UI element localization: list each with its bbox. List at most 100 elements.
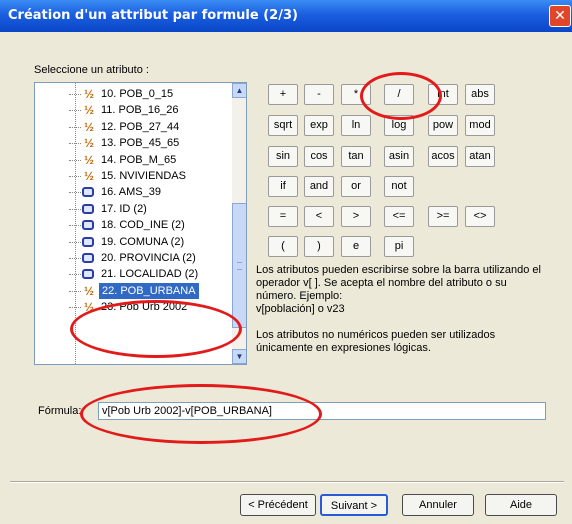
list-item[interactable]: 23. Pob Urb 2002 [35,299,233,315]
list-item[interactable]: 16. AMS_39 [35,184,233,200]
list-item[interactable]: 18. COD_INE (2) [35,217,233,233]
list-item-label: 10. POB_0_15 [101,88,174,100]
operator-button[interactable]: exp [304,115,334,136]
operator-button[interactable]: >= [428,206,458,227]
operator-button[interactable]: ( [268,236,298,257]
help-button[interactable]: Aide [485,494,557,516]
numeric-attribute-icon [82,87,96,101]
list-item-label: 18. COD_INE (2) [101,219,185,232]
operator-button[interactable]: + [268,84,298,105]
numeric-attribute-icon [82,284,96,298]
operator-button[interactable]: log [384,115,414,136]
list-scrollbar[interactable]: ▲ ▼ [232,83,246,364]
help-line: únicamente en expresiones lógicas. [256,342,431,354]
list-item[interactable]: 21. LOCALIDAD (2) [35,266,233,282]
list-item-label: 20. PROVINCIA (2) [101,252,196,264]
operator-button[interactable]: sin [268,146,298,167]
scroll-down-button[interactable]: ▼ [232,349,246,364]
operator-button[interactable]: sqrt [268,115,298,136]
help-text: Los atributos pueden escribirse sobre la… [256,264,556,368]
list-item-label: 14. POB_M_65 [101,153,177,166]
operator-button[interactable]: int [428,84,458,105]
operator-button[interactable]: <> [465,206,495,227]
operator-button[interactable]: < [304,206,334,227]
text-attribute-icon [82,203,94,214]
scroll-thumb[interactable] [232,203,246,328]
list-item[interactable]: 12. POB_27_44 [35,119,233,135]
operator-button[interactable]: or [341,176,371,197]
list-item-label: 13. POB_45_65 [101,137,180,150]
previous-button[interactable]: < Précédent [240,494,316,516]
tree-branch [69,192,81,194]
operator-button[interactable]: / [384,84,414,105]
list-item-label: 12. POB_27_44 [101,120,180,133]
list-item-label: 23. Pob Urb 2002 [101,301,188,314]
tree-branch [69,143,81,145]
numeric-attribute-icon [82,169,96,183]
operator-button[interactable]: if [268,176,298,197]
help-line: número. Ejemplo: [256,290,343,302]
next-button[interactable]: Suivant > [320,494,388,516]
help-line: operador v[ ]. Se acepta el nombre del a… [256,277,507,289]
numeric-attribute-icon [82,103,96,117]
tree-branch [69,307,81,309]
tree-branch [69,126,81,128]
list-item[interactable]: 17. ID (2) [35,201,233,217]
text-attribute-icon [82,253,94,263]
close-button[interactable]: ✕ [549,5,571,27]
operator-button[interactable]: and [304,176,334,197]
formula-label: Fórmula: [38,405,82,417]
tree-branch [69,208,81,210]
operator-button[interactable]: e [341,236,371,257]
list-item[interactable]: 13. POB_45_65 [35,135,233,151]
scroll-up-button[interactable]: ▲ [232,83,246,98]
operator-button[interactable]: - [304,84,334,105]
operator-button[interactable]: = [268,206,298,227]
text-attribute-icon [82,220,94,231]
operator-button[interactable]: not [384,176,414,197]
operator-button[interactable]: * [341,84,371,105]
operator-button[interactable]: mod [465,115,495,136]
operator-button[interactable]: cos [304,146,334,167]
title-bar: Création d'un attribut par formule (2/3)… [0,0,572,32]
tree-branch [69,225,81,227]
tree-branch [69,176,81,177]
list-item-label: 11. POB_16_26 [101,104,179,117]
list-item[interactable]: 14. POB_M_65 [35,152,233,168]
operator-button[interactable]: asin [384,146,414,167]
operator-button[interactable]: atan [465,146,495,167]
list-item-label: 17. ID (2) [101,202,147,215]
numeric-attribute-icon [82,136,96,150]
tree-branch [69,110,81,112]
formula-input[interactable]: v[Pob Urb 2002]-v[POB_URBANA] [98,402,546,420]
help-line: v[población] o v23 [256,303,345,315]
operator-button[interactable]: <= [384,206,414,227]
operator-button[interactable]: abs [465,84,495,105]
operator-button[interactable]: pi [384,236,414,257]
list-item[interactable]: 22. POB_URBANA [35,282,233,299]
text-attribute-icon [82,269,94,280]
tree-branch [69,290,81,292]
attribute-list[interactable]: 10. POB_0_15 11. POB_16_26 12. POB_27_44 13… [34,82,247,365]
cancel-button[interactable]: Annuler [402,494,474,516]
tree-branch [69,258,81,259]
numeric-attribute-icon [82,300,96,314]
numeric-attribute-icon [82,120,96,134]
list-item[interactable]: 11. POB_16_26 [35,102,233,118]
help-line: Los atributos pueden escribirse sobre la… [256,264,541,276]
operator-button[interactable]: acos [428,146,458,167]
operator-button[interactable]: ) [304,236,334,257]
operator-button[interactable]: ln [341,115,371,136]
list-item[interactable]: 15. NVIVIENDAS [35,168,233,184]
operator-button[interactable]: pow [428,115,458,136]
tree-branch [69,94,81,95]
operator-button[interactable]: tan [341,146,371,167]
operator-button[interactable]: > [341,206,371,227]
list-item[interactable]: 10. POB_0_15 [35,86,233,102]
separator [10,481,564,483]
list-item-label: 21. LOCALIDAD (2) [101,268,199,281]
list-item[interactable]: 19. COMUNA (2) [35,234,233,250]
list-item[interactable]: 20. PROVINCIA (2) [35,250,233,266]
list-item-label: 16. AMS_39 [101,186,161,199]
text-attribute-icon [82,187,94,198]
